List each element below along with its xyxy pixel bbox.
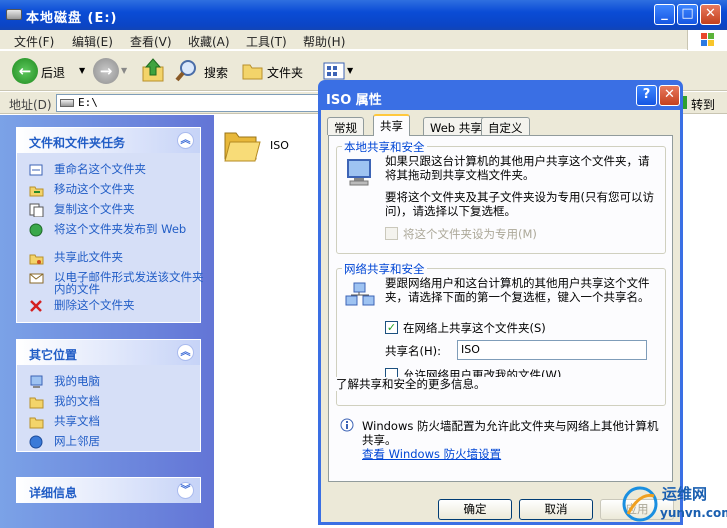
learn-more-link[interactable]: 了解共享和安全的更多信息。 (336, 377, 486, 391)
places-panel-header[interactable]: 其它位置 ︽ (17, 340, 200, 365)
tab-general[interactable]: 常规 (327, 117, 364, 135)
share-name-input[interactable]: ISO (457, 340, 647, 360)
make-private-label: 将这个文件夹设为专用(M) (403, 227, 537, 241)
menu-edit[interactable]: 编辑(E) (72, 33, 113, 50)
firewall-settings-link[interactable]: 查看 Windows 防火墙设置 (362, 447, 501, 461)
folder-icon (29, 397, 44, 409)
local-group-title: 本地共享和安全 (342, 139, 427, 155)
address-value: E:\ (78, 96, 98, 109)
watermark-url: yunvn.com (660, 506, 727, 520)
file-folder-tasks-panel: 文件和文件夹任务 ︽ 重命名这个文件夹 移动这个文件夹 复制这个文件夹 将这个文… (16, 127, 204, 323)
tasks-panel-header[interactable]: 文件和文件夹任务 ︽ (17, 128, 200, 153)
folders-icon[interactable] (241, 60, 265, 85)
local-sharing-computer-icon (347, 159, 371, 186)
task-pane: 文件和文件夹任务 ︽ 重命名这个文件夹 移动这个文件夹 复制这个文件夹 将这个文… (0, 115, 214, 528)
help-button[interactable]: ? (636, 85, 657, 106)
back-arrow-icon[interactable]: ← (12, 58, 38, 84)
search-icon[interactable] (175, 59, 199, 86)
maximize-button[interactable]: □ (677, 4, 698, 25)
folder-icon (29, 417, 44, 429)
properties-dialog: ISO 属性 ? ✕ 常规 共享 Web 共享 自定义 本地共享和安全 如果只跟… (318, 80, 683, 525)
places-panel-title: 其它位置 (29, 348, 78, 362)
menu-view[interactable]: 查看(V) (130, 33, 172, 50)
views-dropdown-icon[interactable]: ▼ (347, 66, 353, 75)
dialog-close-button[interactable]: ✕ (659, 85, 680, 106)
watermark-logo: 运维网 yunvn.com (620, 480, 727, 528)
collapse-chevron-icon[interactable]: ︽ (177, 132, 194, 149)
tab-web-sharing[interactable]: Web 共享 (423, 117, 489, 135)
tab-customize[interactable]: 自定义 (481, 117, 530, 135)
go-label: 转到 (691, 98, 716, 112)
go-button[interactable]: 转到 (681, 93, 727, 113)
expand-chevron-icon[interactable]: ︾ (177, 482, 194, 499)
details-panel-header[interactable]: 详细信息 ︾ (17, 478, 200, 503)
network-sharing-icon (345, 282, 375, 306)
address-label: 地址(D) (9, 98, 52, 112)
open-folder-icon (224, 132, 261, 162)
local-sharing-group: 本地共享和安全 如果只跟这台计算机的其他用户共享这个文件夹，请将其拖动到共享文档… (336, 139, 666, 254)
windows-logo-icon (687, 30, 727, 50)
private-instruction-text: 要将这个文件夹及其子文件夹设为专用(只有您可以访问)，请选择以下复选框。 (385, 190, 654, 218)
details-panel-title: 详细信息 (29, 486, 78, 500)
search-button-label[interactable]: 搜索 (204, 64, 228, 81)
menu-file[interactable]: 文件(F) (14, 33, 54, 50)
share-name-label: 共享名(H): (385, 344, 441, 358)
dialog-title: ISO 属性 (326, 93, 382, 108)
dialog-body: 常规 共享 Web 共享 自定义 本地共享和安全 如果只跟这台计算机的其他用户共… (321, 110, 680, 522)
forward-arrow-icon[interactable]: → (93, 58, 119, 84)
drive-icon (60, 99, 74, 107)
learn-more-text[interactable]: 了解共享和安全的更多信息。 (336, 377, 656, 391)
menu-favorites[interactable]: 收藏(A) (188, 33, 230, 50)
back-button-label[interactable]: 后退 (41, 64, 65, 81)
collapse-chevron-icon[interactable]: ︽ (177, 344, 194, 361)
folder-item-iso[interactable]: ISO (222, 125, 312, 169)
explorer-title-bar[interactable]: 本地磁盘 (E:) _ □ ✕ (0, 0, 727, 30)
drive-icon (6, 9, 22, 20)
rename-icon (29, 164, 43, 176)
computer-icon (30, 375, 43, 388)
email-icon (29, 273, 44, 284)
firewall-info-text: Windows 防火墙配置为允许此文件夹与网络上其他计算机共享。 (362, 419, 659, 447)
window-title: 本地磁盘 (E:) (26, 11, 118, 26)
share-on-network-label[interactable]: 在网络上共享这个文件夹(S) (403, 321, 546, 335)
copy-icon (29, 203, 44, 217)
task-publish-web[interactable]: 将这个文件夹发布到 Web (29, 223, 199, 249)
watermark-swirl-icon (622, 486, 658, 522)
move-icon (29, 186, 44, 197)
ok-button[interactable]: 确定 (438, 499, 512, 520)
network-group-title: 网络共享和安全 (342, 261, 427, 277)
forward-dropdown-icon[interactable]: ▼ (121, 66, 127, 75)
task-email[interactable]: 以电子邮件形式发送该文件夹内的文件 (29, 271, 204, 297)
address-input[interactable]: E:\ (56, 94, 321, 112)
folder-name: ISO (270, 139, 289, 152)
up-folder-icon[interactable] (141, 57, 165, 86)
network-icon (29, 435, 43, 449)
minimize-button[interactable]: _ (654, 4, 675, 25)
local-sharing-text: 如果只跟这台计算机的其他用户共享这个文件夹，请将其拖动到共享文档文件夹。 (385, 154, 650, 182)
share-name-value: ISO (461, 343, 480, 356)
share-on-network-checkbox[interactable]: ✓ (385, 321, 398, 334)
close-button[interactable]: ✕ (700, 4, 721, 25)
menu-help[interactable]: 帮助(H) (303, 33, 345, 50)
details-panel: 详细信息 ︾ (16, 477, 201, 503)
sharing-tab-page: 本地共享和安全 如果只跟这台计算机的其他用户共享这个文件夹，请将其拖动到共享文档… (328, 135, 673, 482)
folders-button-label[interactable]: 文件夹 (267, 64, 303, 81)
menu-tools[interactable]: 工具(T) (246, 33, 287, 50)
make-private-checkbox (385, 227, 398, 240)
other-places-panel: 其它位置 ︽ 我的电脑 我的文档 共享文档 网上邻居 (16, 339, 201, 452)
network-sharing-text: 要跟网络用户和这台计算机的其他用户共享这个文件夹，请选择下面的第一个复选框，键入… (385, 276, 650, 304)
menu-bar: 文件(F) 编辑(E) 查看(V) 收藏(A) 工具(T) 帮助(H) (0, 30, 727, 50)
globe-icon (29, 223, 43, 237)
tasks-panel-title: 文件和文件夹任务 (29, 136, 126, 150)
share-folder-icon (29, 254, 44, 265)
back-dropdown-icon[interactable]: ▼ (79, 66, 85, 75)
info-icon (340, 418, 354, 432)
tab-sharing[interactable]: 共享 (373, 114, 410, 136)
dialog-title-bar[interactable]: ISO 属性 ? ✕ (321, 82, 680, 109)
delete-x-icon (30, 300, 42, 312)
cancel-button[interactable]: 取消 (519, 499, 593, 520)
views-icon[interactable] (322, 60, 346, 82)
watermark-brand: 运维网 (662, 485, 708, 503)
